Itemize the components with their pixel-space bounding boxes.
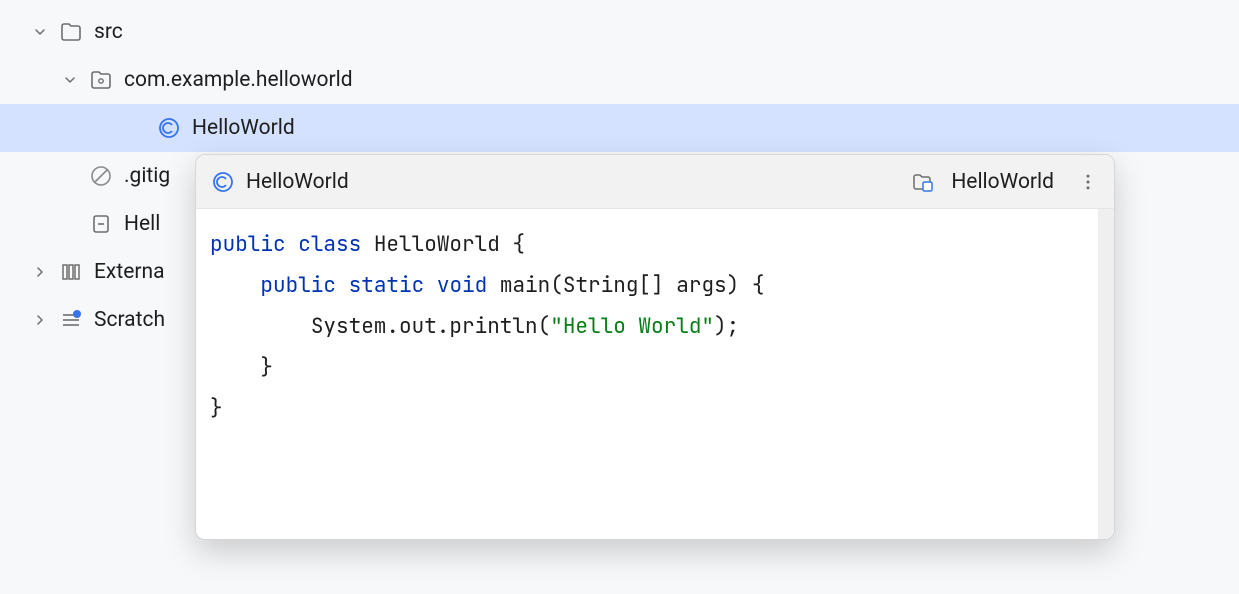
code-preview[interactable]: public class HelloWorld { public static …: [196, 209, 1114, 539]
chevron-down-icon[interactable]: [60, 70, 80, 90]
tree-label: Externa: [94, 260, 165, 284]
code-text: );: [714, 313, 739, 340]
preview-header: HelloWorld HelloWorld: [196, 155, 1114, 209]
tree-node-class-helloworld[interactable]: HelloWorld: [0, 104, 1239, 152]
navigate-target-icon[interactable]: [909, 169, 935, 195]
preview-context-label[interactable]: HelloWorld: [951, 170, 1054, 194]
class-icon: [156, 115, 182, 141]
quick-definition-popup: HelloWorld HelloWorld public class Hello…: [195, 154, 1115, 540]
chevron-right-icon[interactable]: [30, 310, 50, 330]
file-icon: [88, 211, 114, 237]
more-options-icon[interactable]: [1076, 170, 1100, 194]
folder-icon: [58, 19, 84, 45]
tree-label: Hell: [124, 212, 160, 236]
tree-node-package[interactable]: com.example.helloworld: [0, 56, 1239, 104]
keyword: static: [349, 272, 425, 299]
tree-label: com.example.helloworld: [124, 68, 353, 92]
tree-label: src: [94, 20, 123, 44]
excluded-icon: [88, 163, 114, 189]
tree-label: .gitig: [124, 164, 170, 188]
string-literal: "Hello World": [550, 313, 714, 340]
code-text: }: [210, 395, 223, 422]
keyword: void: [437, 272, 487, 299]
code-text: System.out.println(: [311, 313, 550, 340]
code-text: }: [260, 354, 273, 381]
keyword: class: [298, 231, 361, 258]
tree-node-src[interactable]: src: [0, 8, 1239, 56]
code-text: HelloWorld {: [374, 231, 525, 258]
keyword: public: [210, 231, 286, 258]
class-icon: [210, 169, 236, 195]
scrollbar[interactable]: [1098, 209, 1114, 539]
chevron-right-icon[interactable]: [30, 262, 50, 282]
package-icon: [88, 67, 114, 93]
scratches-icon: [58, 307, 84, 333]
chevron-down-icon[interactable]: [30, 22, 50, 42]
code-text: main(String[] args) {: [500, 272, 765, 299]
tree-label: HelloWorld: [192, 116, 295, 140]
tree-label: Scratch: [94, 308, 165, 332]
preview-title: HelloWorld: [246, 170, 349, 194]
keyword: public: [260, 272, 336, 299]
library-icon: [58, 259, 84, 285]
